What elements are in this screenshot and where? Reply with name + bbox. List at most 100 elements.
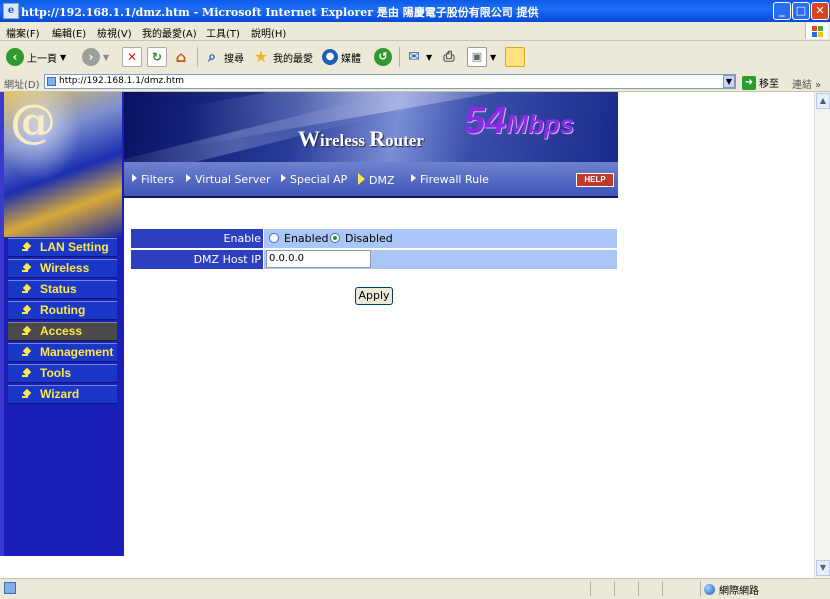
maximize-button[interactable]: □ (792, 2, 810, 20)
chevron-down-icon: ▼ (426, 52, 433, 62)
vertical-scrollbar[interactable]: ▲ ▼ (814, 92, 830, 578)
sidebar-item-label: Management (40, 345, 114, 359)
runner-icon (22, 243, 32, 253)
menu-edit[interactable]: 編輯(E) (52, 25, 86, 40)
sidebar-item-status[interactable]: Status (8, 280, 117, 299)
print-button[interactable]: ⎙ (440, 46, 458, 68)
home-button[interactable]: ⌂ (172, 46, 190, 68)
tab-filters[interactable]: Filters (132, 173, 174, 186)
media-button[interactable]: ● 媒體 (322, 46, 361, 68)
page-content: @ LAN Setting Wireless Status Routing Ac… (0, 92, 814, 578)
sidebar-item-label: LAN Setting (40, 240, 109, 254)
home-icon: ⌂ (175, 48, 187, 66)
back-label: 上一頁 (27, 53, 57, 65)
tab-special-ap[interactable]: Special AP (281, 173, 347, 186)
status-bar: 網際網路 (0, 578, 830, 599)
dmz-host-value-cell: 0.0.0.0 (264, 250, 617, 269)
dmz-host-ip-label: DMZ Host IP (131, 250, 263, 269)
runner-icon (22, 285, 32, 295)
zone-label: 網際網路 (719, 586, 759, 597)
links-label: 連結 (792, 80, 812, 91)
minimize-button[interactable]: _ (773, 2, 791, 20)
runner-icon (22, 369, 32, 379)
window-title: http://192.168.1.1/dmz.htm - Microsoft I… (21, 6, 539, 19)
address-bar: 網址(D) http://192.168.1.1/dmz.htm ▼ ➜ 移至 … (0, 73, 830, 92)
triangle-icon (132, 174, 137, 182)
history-button[interactable]: ↺ (374, 46, 392, 68)
sidebar-item-label: Status (40, 282, 77, 296)
enabled-radio-label[interactable]: Enabled (284, 232, 328, 245)
favorites-button[interactable]: ★ 我的最愛 (252, 46, 313, 68)
menu-file[interactable]: 檔案(F) (6, 25, 40, 40)
menu-tools[interactable]: 工具(T) (206, 25, 240, 40)
enable-label: Enable (131, 229, 263, 248)
edit-icon: ▣ (467, 47, 487, 67)
at-logo-icon: @ (10, 94, 56, 148)
runner-icon (22, 327, 32, 337)
go-button[interactable]: ➜ 移至 (742, 75, 779, 90)
tab-dmz[interactable]: DMZ (358, 173, 395, 187)
address-dropdown-button[interactable]: ▼ (723, 75, 735, 88)
windows-flag-icon (805, 23, 828, 39)
messenger-button[interactable] (505, 46, 525, 68)
address-url: http://192.168.1.1/dmz.htm (59, 76, 185, 86)
links-button[interactable]: 連結 » (792, 76, 821, 91)
sidebar-item-access[interactable]: Access (8, 322, 117, 341)
status-divider (700, 581, 701, 596)
scroll-up-button[interactable]: ▲ (816, 93, 830, 109)
triangle-icon (186, 174, 191, 182)
toolbar: ‹ 上一頁 ▼ › ▼ ✕ ↻ ⌂ ⌕ 搜尋 ★ 我的最愛 ● 媒體 ↺ ✉ ▼… (0, 41, 830, 74)
sidebar-item-management[interactable]: Management (8, 343, 117, 362)
router-logo: @ (4, 92, 122, 237)
menu-help[interactable]: 說明(H) (251, 25, 286, 40)
runner-icon (22, 306, 32, 316)
disabled-radio[interactable] (330, 233, 340, 243)
edit-button[interactable]: ▣ ▼ (467, 46, 496, 68)
help-button[interactable]: HELP (576, 173, 614, 187)
enable-row: Enable Enabled Disabled (131, 229, 617, 248)
sidebar-item-lan-setting[interactable]: LAN Setting (8, 238, 117, 257)
triangle-icon (281, 174, 286, 182)
search-button[interactable]: ⌕ 搜尋 (203, 46, 244, 68)
sidebar-item-wizard[interactable]: Wizard (8, 385, 117, 404)
sidebar-item-wireless[interactable]: Wireless (8, 259, 117, 278)
search-label: 搜尋 (224, 53, 244, 65)
sidebar-item-routing[interactable]: Routing (8, 301, 117, 320)
disabled-radio-label[interactable]: Disabled (345, 232, 393, 245)
menu-favorites[interactable]: 我的最愛(A) (142, 25, 197, 40)
tab-virtual-server[interactable]: Virtual Server (186, 173, 271, 186)
back-arrow-icon: ‹ (6, 48, 24, 66)
menu-bar: 檔案(F) 編輯(E) 檢視(V) 我的最愛(A) 工具(T) 說明(H) (0, 22, 830, 41)
printer-icon: ⎙ (443, 49, 455, 65)
enabled-radio[interactable] (269, 233, 279, 243)
toolbar-separator (197, 47, 198, 67)
favorites-label: 我的最愛 (273, 53, 313, 65)
status-divider (638, 581, 639, 596)
enable-value-cell: Enabled Disabled (264, 229, 617, 248)
forward-button[interactable]: › ▼ (82, 46, 109, 68)
media-icon: ● (322, 49, 338, 65)
menu-view[interactable]: 檢視(V) (97, 25, 132, 40)
mail-icon: ✉ (408, 49, 420, 65)
sidebar: @ LAN Setting Wireless Status Routing Ac… (0, 92, 124, 556)
dmz-form: Enable Enabled Disabled DMZ Host IP 0.0.… (131, 229, 617, 271)
chevron-down-icon: ▼ (60, 52, 67, 62)
address-label: 網址(D) (4, 80, 40, 91)
stop-icon: ✕ (122, 47, 142, 67)
back-button[interactable]: ‹ 上一頁 ▼ (6, 46, 66, 68)
dmz-host-ip-input[interactable]: 0.0.0.0 (266, 250, 371, 268)
address-input[interactable]: http://192.168.1.1/dmz.htm (44, 74, 736, 89)
chevron-down-icon: ▼ (490, 52, 497, 62)
scroll-down-button[interactable]: ▼ (816, 560, 830, 576)
star-icon: ★ (253, 47, 269, 66)
chevron-down-icon: ▼ (103, 52, 110, 62)
stop-button[interactable]: ✕ (122, 46, 142, 68)
close-button[interactable]: ✕ (811, 2, 829, 20)
sidebar-item-tools[interactable]: Tools (8, 364, 117, 383)
apply-button[interactable]: Apply (355, 287, 393, 305)
refresh-button[interactable]: ↻ (147, 46, 167, 68)
mail-button[interactable]: ✉ ▼ (405, 46, 432, 68)
refresh-icon: ↻ (147, 47, 167, 67)
tab-firewall-rule[interactable]: Firewall Rule (411, 173, 489, 186)
status-divider (662, 581, 663, 596)
